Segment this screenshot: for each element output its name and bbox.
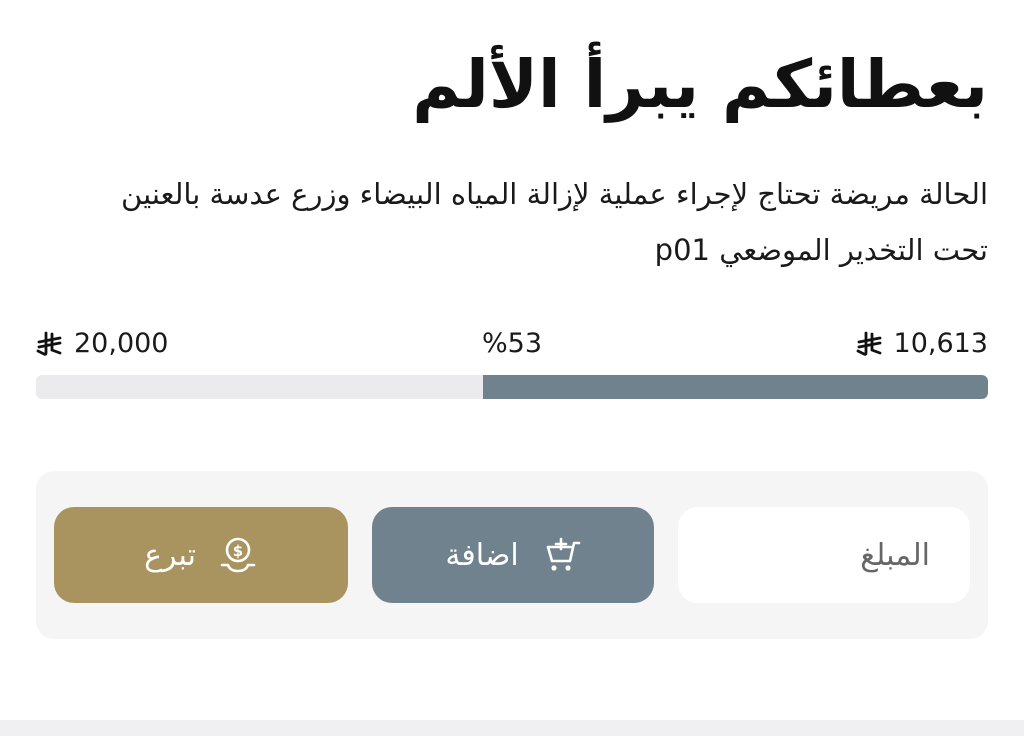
campaign-description: الحالة مريضة تحتاج لإجراء عملية لإزالة ا… (121, 177, 988, 267)
svg-text:$: $ (233, 542, 243, 560)
riyal-icon (36, 331, 62, 356)
progress-bar-fill (483, 375, 988, 399)
add-button-label: اضافة (445, 537, 519, 573)
riyal-icon (856, 331, 881, 356)
progress-stats: 20,000 %53 10,613 (36, 322, 988, 366)
goal-amount: 20,000 (36, 322, 168, 366)
add-to-cart-button[interactable]: اضافة (372, 507, 654, 603)
percent-label: %53 (482, 322, 542, 366)
bottom-divider (0, 720, 1024, 736)
raised-amount: 10,613 (856, 322, 988, 366)
donate-button[interactable]: تبرع $ (54, 507, 348, 603)
goal-value: 20,000 (74, 328, 169, 359)
campaign-title: بعطائكم يبرأ الألم (412, 46, 988, 123)
donate-coin-hand-icon: $ (220, 537, 256, 573)
progress-bar (36, 375, 988, 399)
donate-button-label: تبرع (144, 537, 196, 573)
amount-input[interactable] (678, 507, 970, 603)
cart-plus-icon (546, 537, 580, 571)
donation-panel: تبرع $ اضافة (36, 471, 988, 639)
percent-value: %53 (482, 328, 543, 359)
raised-value: 10,613 (893, 328, 988, 359)
